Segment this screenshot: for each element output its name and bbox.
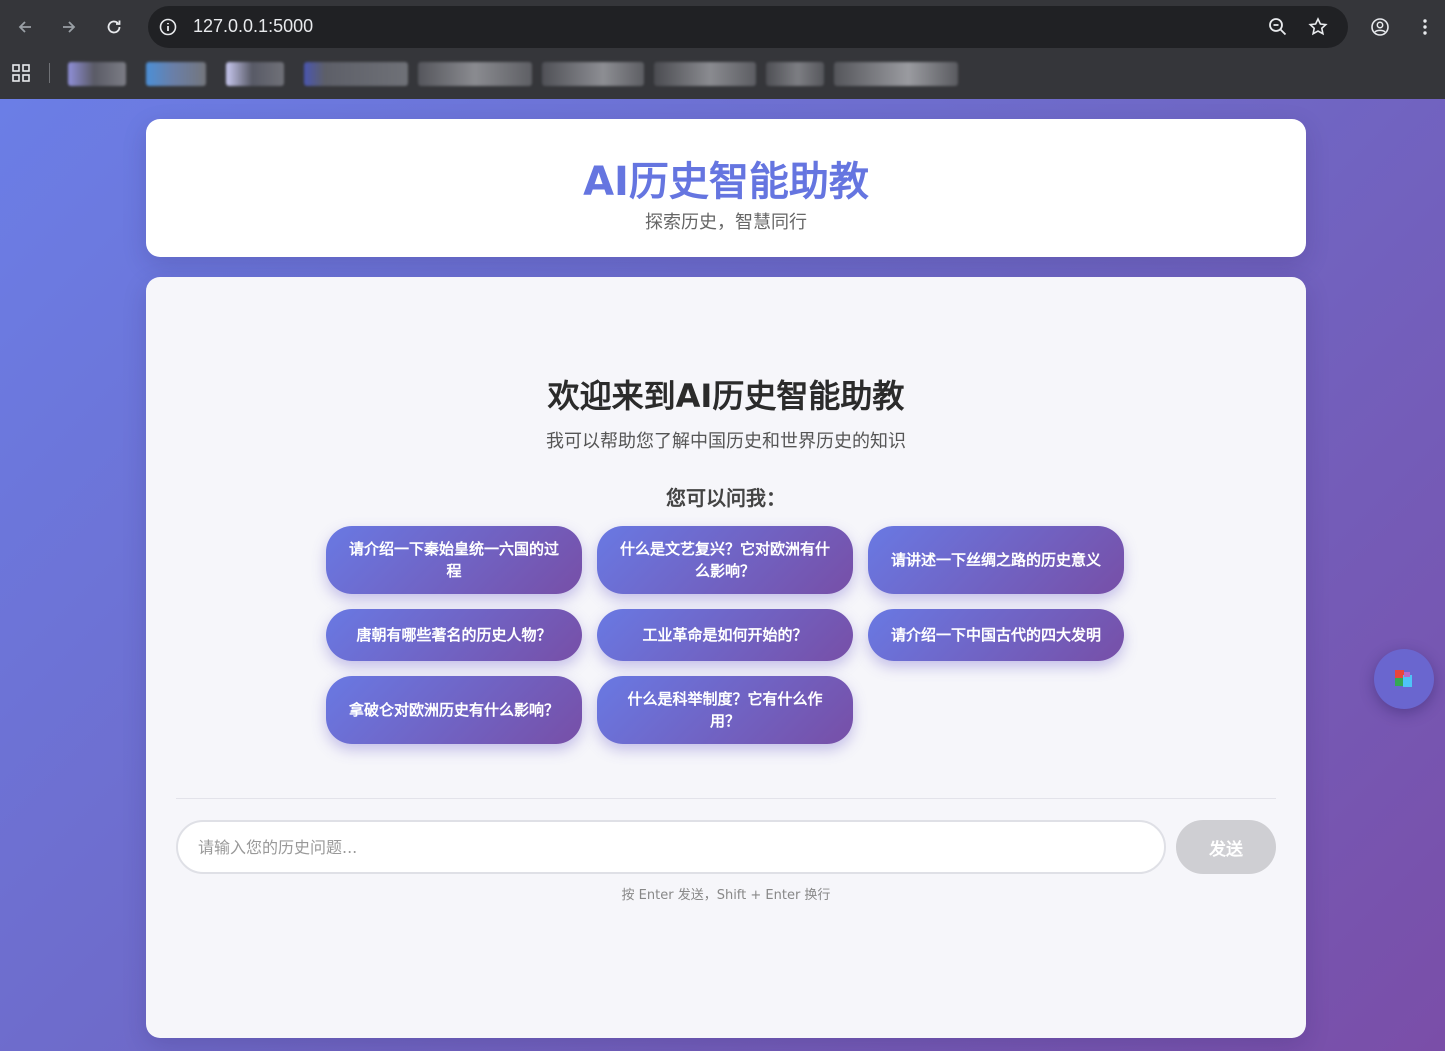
bookmark-item-blurred[interactable] (146, 62, 206, 86)
bookmark-item-blurred[interactable] (766, 62, 824, 86)
send-button[interactable]: 发送 (1176, 820, 1276, 874)
browser-menu-button[interactable] (1409, 11, 1441, 43)
profile-icon (1371, 18, 1389, 36)
profile-button[interactable] (1364, 11, 1396, 43)
header-card: AI历史智能助教 探索历史，智慧同行 (146, 119, 1306, 257)
suggestion-button[interactable]: 请介绍一下中国古代的四大发明 (868, 609, 1124, 661)
suggestion-button[interactable]: 什么是文艺复兴？它对欧洲有什么影响？ (597, 526, 853, 594)
reload-button[interactable] (98, 11, 130, 43)
bookmark-item-blurred[interactable] (834, 62, 958, 86)
back-button[interactable] (9, 11, 41, 43)
browser-toolbar: 127.0.0.1:5000 (0, 0, 1445, 54)
suggestion-list: 请介绍一下秦始皇统一六国的过程 什么是文艺复兴？它对欧洲有什么影响？ 请讲述一下… (326, 526, 1126, 744)
info-icon[interactable] (158, 17, 178, 37)
suggestion-button[interactable]: 拿破仑对欧洲历史有什么影响？ (326, 676, 582, 744)
bookmarks-separator (49, 63, 50, 83)
suggestion-button[interactable]: 什么是科举制度？它有什么作用？ (597, 676, 853, 744)
suggestion-button[interactable]: 工业革命是如何开始的？ (597, 609, 853, 661)
address-bar[interactable]: 127.0.0.1:5000 (148, 6, 1348, 48)
site-title: AI历史智能助教 (583, 159, 869, 205)
bookmark-item-blurred[interactable] (654, 62, 756, 86)
input-divider (176, 798, 1276, 799)
zoom-icon[interactable] (1267, 16, 1289, 38)
page-background: AI历史智能助教 探索历史，智慧同行 欢迎来到AI历史智能助教 我可以帮助您了解… (0, 99, 1445, 1051)
menu-icon (1423, 19, 1427, 35)
forward-button[interactable] (53, 11, 85, 43)
browser-chrome: 127.0.0.1:5000 (0, 0, 1445, 99)
star-icon[interactable] (1307, 16, 1329, 38)
apps-icon[interactable] (11, 63, 31, 83)
site-subtitle: 探索历史，智慧同行 (645, 212, 807, 233)
suggestion-button[interactable]: 唐朝有哪些著名的历史人物？ (326, 609, 582, 661)
bookmark-item-blurred[interactable] (542, 62, 644, 86)
floating-widget-button[interactable] (1374, 649, 1434, 709)
reload-icon (107, 20, 121, 34)
suggestion-button[interactable]: 请讲述一下丝绸之路的历史意义 (868, 526, 1124, 594)
bookmark-item-blurred[interactable] (418, 62, 532, 86)
url-text[interactable]: 127.0.0.1:5000 (193, 16, 313, 37)
widget-icon (1395, 670, 1412, 687)
forward-icon (63, 21, 76, 33)
suggestions-heading: 您可以问我： (666, 486, 786, 510)
question-input[interactable] (176, 820, 1166, 874)
welcome-description: 我可以帮助您了解中国历史和世界历史的知识 (546, 431, 906, 452)
suggestion-button[interactable]: 请介绍一下秦始皇统一六国的过程 (326, 526, 582, 594)
bookmark-item-blurred[interactable] (304, 62, 408, 86)
input-hint: 按 Enter 发送，Shift + Enter 换行 (621, 888, 831, 903)
welcome-title: 欢迎来到AI历史智能助教 (547, 377, 905, 415)
back-icon (18, 21, 31, 33)
chat-container: 欢迎来到AI历史智能助教 我可以帮助您了解中国历史和世界历史的知识 您可以问我：… (146, 277, 1306, 1038)
bookmark-item-blurred[interactable] (226, 62, 284, 86)
bookmark-item-blurred[interactable] (68, 62, 126, 86)
